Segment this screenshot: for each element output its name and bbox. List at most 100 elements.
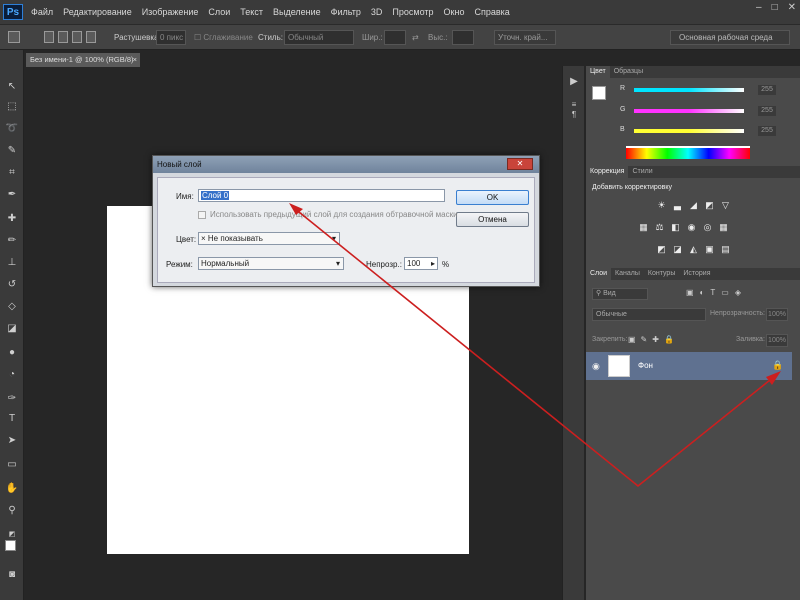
healing-brush-tool-icon[interactable]: ✚: [5, 212, 19, 226]
color-spectrum[interactable]: [626, 146, 750, 159]
threshold-icon[interactable]: ◭: [688, 244, 699, 255]
menu-window[interactable]: Окно: [444, 7, 465, 17]
stepper-icon[interactable]: ▸: [431, 258, 435, 269]
menu-file[interactable]: Файл: [31, 7, 53, 17]
history-brush-tool-icon[interactable]: ↺: [5, 278, 19, 292]
quick-select-tool-icon[interactable]: ✎: [5, 144, 19, 158]
tab-swatches[interactable]: Образцы: [610, 66, 647, 78]
character-icon[interactable]: ¶: [567, 110, 581, 124]
menu-3d[interactable]: 3D: [371, 7, 383, 17]
eraser-tool-icon[interactable]: ◇: [5, 300, 19, 314]
levels-icon[interactable]: ▃: [672, 200, 683, 211]
posterize-icon[interactable]: ◪: [672, 244, 683, 255]
intersect-selection-icon[interactable]: [86, 31, 96, 43]
slider-b[interactable]: B 255: [592, 126, 792, 136]
color-balance-icon[interactable]: ⚖: [654, 222, 665, 233]
new-selection-icon[interactable]: [44, 31, 54, 43]
slider-b-value[interactable]: 255: [758, 126, 776, 136]
play-icon[interactable]: ▶: [567, 76, 581, 90]
menu-help[interactable]: Справка: [474, 7, 509, 17]
marquee-tool-icon[interactable]: ⬚: [5, 100, 19, 114]
color-lookup-icon[interactable]: ▦: [718, 222, 729, 233]
width-input[interactable]: [384, 30, 406, 45]
opacity-input[interactable]: 100%: [766, 308, 788, 321]
move-tool-icon[interactable]: ↖: [5, 80, 19, 94]
menu-select[interactable]: Выделение: [273, 7, 321, 17]
cancel-button[interactable]: Отмена: [456, 212, 529, 227]
tab-adjustments[interactable]: Коррекция: [586, 166, 629, 178]
menu-type[interactable]: Текст: [240, 7, 263, 17]
menu-edit[interactable]: Редактирование: [63, 7, 132, 17]
refine-edge-button[interactable]: Уточн. край...: [494, 30, 556, 45]
lock-icons[interactable]: ▣✎✚🔒: [628, 335, 679, 344]
slider-g[interactable]: G 255: [592, 106, 792, 116]
slider-b-bar[interactable]: [634, 129, 744, 133]
channel-mixer-icon[interactable]: ◎: [702, 222, 713, 233]
subtract-selection-icon[interactable]: [72, 31, 82, 43]
type-tool-icon[interactable]: T: [5, 412, 19, 426]
slider-g-bar[interactable]: [634, 109, 744, 113]
quick-mask-icon[interactable]: ◙: [5, 568, 19, 582]
menu-view[interactable]: Просмотр: [392, 7, 433, 17]
slider-r[interactable]: R 255: [592, 85, 792, 95]
menu-filter[interactable]: Фильтр: [331, 7, 361, 17]
curves-icon[interactable]: ◢: [688, 200, 699, 211]
slider-r-value[interactable]: 255: [758, 85, 776, 95]
height-input[interactable]: [452, 30, 474, 45]
close-tab-icon[interactable]: ×: [133, 53, 137, 67]
brightness-icon[interactable]: ☀: [656, 200, 667, 211]
feather-input[interactable]: 0 пикс: [156, 30, 186, 45]
blend-mode-select[interactable]: Обычные: [592, 308, 706, 321]
brush-tool-icon[interactable]: ✏: [5, 234, 19, 248]
tab-channels[interactable]: Каналы: [611, 268, 644, 280]
lock-icon[interactable]: 🔒: [772, 360, 783, 371]
dialog-close-button[interactable]: ✕: [507, 158, 533, 170]
ok-button[interactable]: OK: [456, 190, 529, 205]
tab-layers[interactable]: Слои: [586, 268, 612, 280]
add-selection-icon[interactable]: [58, 31, 68, 43]
pen-tool-icon[interactable]: ✑: [5, 392, 19, 406]
gradient-tool-icon[interactable]: ◪: [5, 322, 19, 336]
path-select-tool-icon[interactable]: ➤: [5, 434, 19, 448]
crop-tool-icon[interactable]: ⌗: [5, 166, 19, 180]
fill-input[interactable]: 100%: [766, 334, 788, 347]
hue-saturation-icon[interactable]: ▦: [638, 222, 649, 233]
menu-layers[interactable]: Слои: [208, 7, 230, 17]
layer-name[interactable]: Фон: [638, 361, 653, 370]
eye-icon[interactable]: ◉: [592, 361, 600, 372]
tab-paths[interactable]: Контуры: [644, 268, 679, 280]
layer-row[interactable]: ◉ Фон 🔒: [586, 352, 792, 380]
clone-stamp-tool-icon[interactable]: ⊥: [5, 256, 19, 270]
slider-g-value[interactable]: 255: [758, 106, 776, 116]
name-input[interactable]: Слой 0: [198, 189, 445, 202]
dialog-title-bar[interactable]: Новый слой: [153, 156, 539, 173]
menu-image[interactable]: Изображение: [142, 7, 199, 17]
exposure-icon[interactable]: ◩: [704, 200, 715, 211]
maximize-icon[interactable]: □: [772, 2, 778, 13]
style-select[interactable]: Обычный: [284, 30, 354, 45]
eyedropper-tool-icon[interactable]: ✒: [5, 188, 19, 202]
selective-color-icon[interactable]: ▣: [704, 244, 715, 255]
dodge-tool-icon[interactable]: ◔: [5, 368, 19, 382]
photo-filter-icon[interactable]: ◉: [686, 222, 697, 233]
shape-tool-icon[interactable]: ▭: [5, 458, 19, 472]
foreground-color-swatch[interactable]: [5, 540, 16, 551]
close-icon[interactable]: ✕: [788, 2, 796, 13]
hand-tool-icon[interactable]: ✋: [5, 482, 19, 496]
swap-icon[interactable]: ⇄: [412, 30, 419, 45]
document-tab[interactable]: Без имени-1 @ 100% (RGB/8) ×: [26, 53, 140, 67]
tab-styles[interactable]: Стили: [628, 166, 656, 178]
minimize-icon[interactable]: –: [756, 2, 762, 13]
antialias-checkbox[interactable]: ☐ Сглаживание: [194, 30, 253, 45]
invert-icon[interactable]: ◩: [656, 244, 667, 255]
mode-select[interactable]: Нормальный ▾: [198, 257, 344, 270]
marquee-preset-icon[interactable]: [8, 31, 20, 43]
color-select[interactable]: × Не показывать ▾: [198, 232, 340, 245]
workspace-select[interactable]: Основная рабочая среда: [670, 30, 790, 45]
vibrance-icon[interactable]: ▽: [720, 200, 731, 211]
gradient-map-icon[interactable]: ▤: [720, 244, 731, 255]
layer-filter-select[interactable]: ⚲ Вид: [592, 288, 648, 300]
dialog-opacity-input[interactable]: 100 ▸: [404, 257, 438, 270]
zoom-tool-icon[interactable]: ⚲: [5, 504, 19, 518]
clip-mask-checkbox[interactable]: [198, 211, 206, 219]
